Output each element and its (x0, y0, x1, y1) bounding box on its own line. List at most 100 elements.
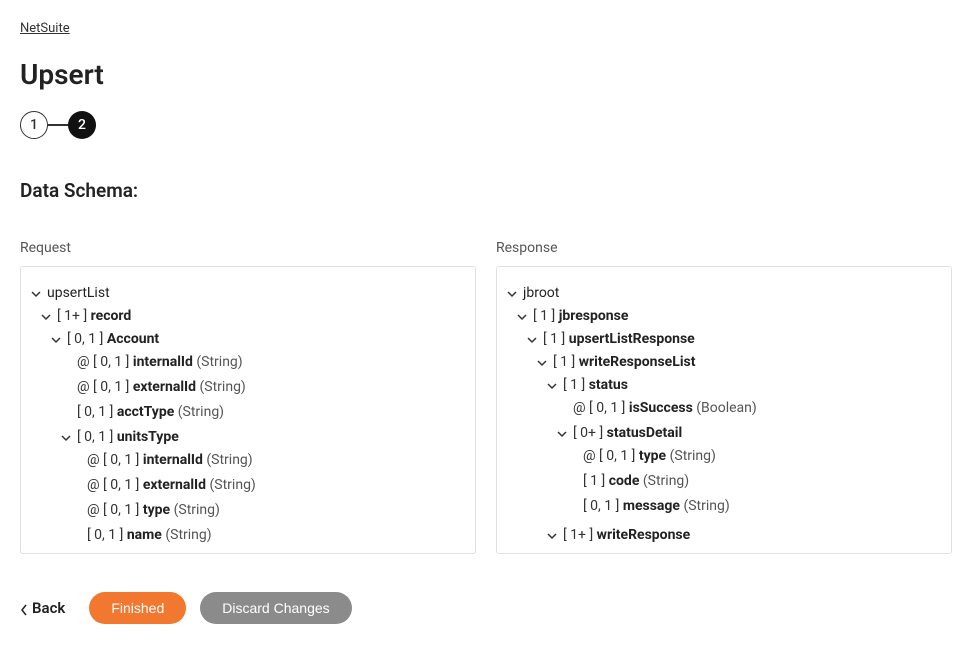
chevron-down-icon (31, 289, 41, 299)
chevron-down-icon (557, 429, 567, 439)
type-label: (String) (200, 379, 246, 395)
breadcrumb-netsuite[interactable]: NetSuite (20, 21, 70, 36)
cardinality: [ 0, 1 ] (67, 331, 103, 347)
tree-leaf[interactable]: [ 0, 1 ] message (String) (567, 496, 941, 517)
type-label: (String) (165, 527, 211, 543)
type-label: (String) (683, 498, 729, 514)
tree-label: internalId (143, 452, 203, 468)
tree-label: name (127, 527, 162, 543)
tree-label: internalId (133, 354, 193, 370)
chevron-down-icon (527, 335, 537, 345)
tree-label: jbresponse (559, 308, 629, 324)
page-title: Upsert (20, 58, 952, 91)
chevron-left-icon (20, 602, 28, 614)
cardinality: [ 1 ] (563, 377, 585, 393)
section-title: Data Schema: (20, 179, 952, 202)
tree-node-jbroot[interactable]: jbroot (507, 283, 941, 304)
tree-label: upsertList (47, 283, 110, 304)
cardinality: @ [ 0, 1 ] (77, 354, 129, 370)
step-connector (48, 124, 68, 126)
cardinality: @ [ 0, 1 ] (87, 452, 139, 468)
back-button[interactable]: Back (20, 599, 75, 617)
chevron-down-icon (537, 358, 547, 368)
response-label: Response (496, 240, 952, 256)
back-label: Back (32, 599, 65, 617)
tree-node-writeresponse[interactable]: [ 1+ ] writeResponse (547, 525, 941, 546)
cardinality: @ [ 0, 1 ] (87, 477, 139, 493)
cardinality: @ [ 0, 1 ] (77, 379, 129, 395)
cardinality: @ [ 0, 1 ] (573, 400, 625, 416)
tree-label: status (589, 377, 628, 393)
tree-label: Account (107, 331, 159, 347)
tree-node-jbresponse[interactable]: [ 1 ] jbresponse (517, 306, 941, 327)
tree-leaf[interactable]: @ [ 0, 1 ] isSuccess (Boolean) (557, 398, 941, 419)
tree-label: upsertListResponse (569, 331, 695, 347)
cardinality: [ 0, 1 ] (583, 498, 619, 514)
tree-leaf[interactable]: @ [ 0, 1 ] externalId (String) (61, 377, 465, 398)
step-indicator: 1 2 (20, 111, 952, 139)
cardinality: [ 1 ] (543, 331, 565, 347)
step-2[interactable]: 2 (68, 111, 96, 139)
tree-node-record[interactable]: [ 1+ ] record (41, 306, 465, 327)
tree-leaf[interactable]: @ [ 0, 1 ] type (String) (567, 446, 941, 467)
step-1[interactable]: 1 (20, 111, 48, 139)
tree-node-account[interactable]: [ 0, 1 ] Account (51, 329, 465, 350)
request-panel: upsertList [ 1+ ] record (20, 266, 476, 554)
cardinality: @ [ 0, 1 ] (583, 448, 635, 464)
cardinality: [ 1+ ] (563, 527, 593, 543)
chevron-down-icon (547, 381, 557, 391)
tree-label: type (143, 502, 170, 518)
cardinality: [ 1+ ] (57, 308, 87, 324)
tree-node-upsertlist[interactable]: upsertList (31, 283, 465, 304)
cardinality: [ 1 ] (553, 354, 575, 370)
tree-leaf[interactable]: [ 0, 1 ] name (String) (71, 525, 465, 546)
tree-leaf[interactable]: [ 1 ] code (String) (567, 471, 941, 492)
tree-label: type (639, 448, 666, 464)
tree-label: unitsType (117, 429, 179, 445)
tree-node-status[interactable]: [ 1 ] status (547, 375, 941, 396)
tree-label: isSuccess (629, 400, 693, 416)
cardinality: [ 0, 1 ] (77, 429, 113, 445)
cardinality: [ 1 ] (583, 473, 605, 489)
tree-label: jbroot (523, 283, 559, 304)
cardinality: @ [ 0, 1 ] (87, 502, 139, 518)
cardinality: [ 0, 1 ] (77, 404, 113, 420)
tree-label: acctType (117, 404, 174, 420)
tree-label: externalId (133, 379, 196, 395)
request-label: Request (20, 240, 476, 256)
tree-node-unitstype[interactable]: [ 0, 1 ] unitsType (61, 427, 465, 448)
tree-label: record (91, 308, 132, 324)
type-label: (String) (178, 404, 224, 420)
type-label: (String) (196, 354, 242, 370)
tree-leaf[interactable]: @ [ 0, 1 ] internalId (String) (71, 450, 465, 471)
type-label: (String) (206, 452, 252, 468)
tree-label: writeResponseList (579, 354, 696, 370)
type-label: (String) (643, 473, 689, 489)
tree-label: code (609, 473, 640, 489)
tree-label: statusDetail (607, 425, 683, 441)
chevron-down-icon (61, 433, 71, 443)
tree-node-upsertlistresponse[interactable]: [ 1 ] upsertListResponse (527, 329, 941, 350)
tree-leaf[interactable]: @ [ 0, 1 ] internalId (String) (61, 352, 465, 373)
cardinality: [ 0, 1 ] (87, 527, 123, 543)
tree-node-statusdetail[interactable]: [ 0+ ] statusDetail (557, 423, 941, 444)
discard-changes-button[interactable]: Discard Changes (200, 592, 351, 624)
finished-button[interactable]: Finished (89, 592, 186, 624)
chevron-down-icon (41, 312, 51, 322)
chevron-down-icon (51, 335, 61, 345)
cardinality: [ 1 ] (533, 308, 555, 324)
type-label: (String) (210, 477, 256, 493)
tree-label: externalId (143, 477, 206, 493)
chevron-down-icon (517, 312, 527, 322)
tree-leaf[interactable]: @ [ 0, 1 ] type (String) (71, 500, 465, 521)
type-label: (String) (670, 448, 716, 464)
cardinality: [ 0+ ] (573, 425, 603, 441)
response-panel: jbroot [ 1 ] jbresponse (496, 266, 952, 554)
chevron-down-icon (507, 289, 517, 299)
tree-leaf[interactable]: [ 0, 1 ] acctType (String) (61, 402, 465, 423)
tree-node-writeresponselist[interactable]: [ 1 ] writeResponseList (537, 352, 941, 373)
chevron-down-icon (547, 531, 557, 541)
tree-leaf[interactable]: @ [ 0, 1 ] externalId (String) (71, 475, 465, 496)
tree-label: writeResponse (597, 527, 691, 543)
tree-label: message (623, 498, 680, 514)
